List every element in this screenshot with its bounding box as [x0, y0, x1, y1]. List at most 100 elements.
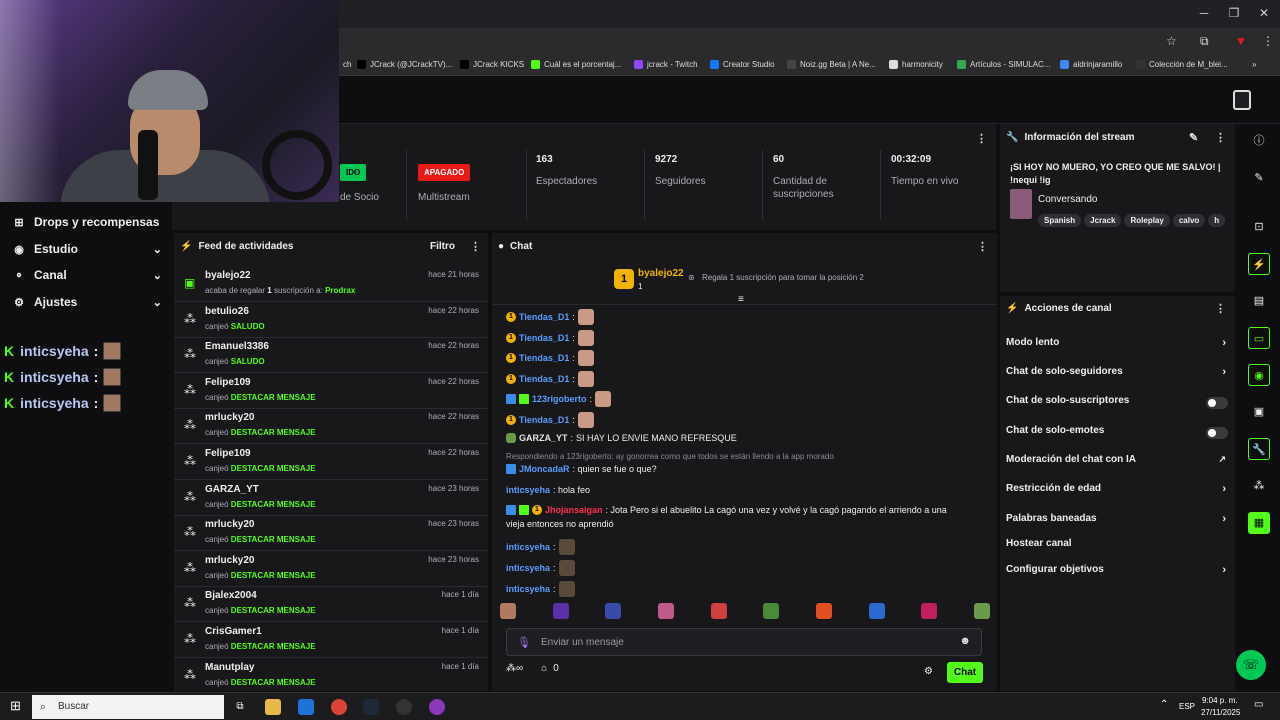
feed-user[interactable]: Felipe109 — [205, 377, 251, 388]
emote-icon[interactable] — [710, 603, 727, 619]
feed-row[interactable]: ⁂ mrlucky20 hace 23 horas canjeó DESTACAR M… — [174, 551, 488, 587]
menu-icon[interactable]: ⋮ — [1262, 34, 1274, 48]
extensions-icon[interactable]: ⧉ — [1200, 34, 1209, 49]
chat-bubble-icon[interactable]: ▭ — [1248, 327, 1270, 349]
toggle-switch[interactable] — [1206, 397, 1228, 409]
channel-action-row[interactable]: Palabras baneadas › — [1006, 513, 1228, 531]
steam-icon[interactable] — [363, 699, 379, 715]
chat-send-button[interactable]: Chat — [947, 662, 983, 683]
notes-icon[interactable]: ▤ — [1248, 290, 1270, 312]
chat-user[interactable]: JMoncadaR — [519, 464, 570, 474]
chat-user[interactable]: Tiendas_D1 — [519, 312, 569, 322]
channel-action-row[interactable]: Restricción de edad › — [1006, 483, 1228, 501]
points-icon[interactable]: ⁂ — [1248, 475, 1270, 497]
kebab-menu-icon[interactable]: ⋮ — [976, 132, 987, 145]
chrome-icon[interactable] — [331, 699, 347, 715]
emote-icon[interactable] — [500, 603, 516, 619]
save-icon[interactable]: ▣ — [1248, 401, 1270, 423]
bolt-icon[interactable]: ⚡ — [1248, 253, 1270, 275]
feed-row[interactable]: ⁂ Bjalex2004 hace 1 día canjeó DESTACAR MEN… — [174, 586, 488, 623]
more-bookmarks-icon[interactable]: » — [1252, 60, 1256, 69]
brand-logo-icon[interactable] — [1233, 90, 1251, 110]
stream-category[interactable]: Conversando — [1038, 194, 1097, 205]
bookmark-item[interactable]: JCrack KICKS — [460, 60, 524, 69]
sidebar-item-drops[interactable]: ⊞ Drops y recompensas — [12, 212, 162, 232]
kebab-menu-icon[interactable]: ⋮ — [977, 240, 988, 253]
outlook-icon[interactable] — [298, 699, 314, 715]
feed-user[interactable]: GARZA_YT — [205, 484, 259, 495]
chat-user[interactable]: inticsyeha — [506, 584, 550, 594]
feed-user[interactable]: Felipe109 — [205, 448, 251, 459]
chat-user[interactable]: Tiendas_D1 — [519, 415, 569, 425]
star-icon[interactable]: ☆ — [1166, 34, 1177, 48]
chat-user[interactable]: 123rigoberto — [532, 394, 587, 404]
emote-icon[interactable] — [868, 603, 885, 619]
bookmark-item[interactable]: Cuál es el porcentaj... — [531, 60, 621, 69]
feed-row[interactable]: ⁂ Manutplay hace 1 día canjeó DESTACAR MENS… — [174, 658, 488, 694]
feed-row[interactable]: ⁂ Emanuel3386 hace 22 horas canjeó SALUDO — [174, 337, 488, 374]
file-explorer-icon[interactable] — [265, 699, 281, 715]
kebab-menu-icon[interactable]: ⋮ — [470, 240, 481, 253]
chat-user[interactable]: inticsyeha — [506, 542, 550, 552]
task-view-icon[interactable]: ⧉ — [232, 699, 248, 715]
emote-icon[interactable] — [552, 603, 569, 619]
feed-user[interactable]: Manutplay — [205, 662, 254, 673]
bookmark-item[interactable]: Creator Studio — [710, 60, 775, 69]
feed-filter-button[interactable]: Filtro — [430, 241, 455, 252]
emote-icon[interactable] — [815, 603, 832, 619]
channel-action-row[interactable]: Chat de solo-emotes — [1006, 425, 1228, 443]
obs-icon[interactable] — [396, 699, 412, 715]
store-icon[interactable]: ⌂ — [541, 663, 547, 674]
chat-user[interactable]: Jhojansaigan — [545, 505, 603, 515]
gear-icon[interactable]: ⚙ — [924, 666, 933, 677]
feed-row[interactable]: ⁂ Felipe109 hace 22 horas canjeó DESTACAR M… — [174, 373, 488, 409]
emote-icon[interactable] — [973, 603, 990, 619]
channel-action-row[interactable]: Hostear canal — [1006, 538, 1228, 556]
multistream-badge[interactable]: APAGADO — [418, 164, 471, 181]
kebab-menu-icon[interactable]: ⋮ — [1215, 131, 1226, 144]
edit-icon[interactable]: ✎ — [1248, 167, 1270, 189]
sidebar-item-estudio[interactable]: ◉ Estudio ⌄ — [12, 239, 162, 259]
stream-tag[interactable]: Jcrack — [1084, 214, 1122, 227]
chat-user[interactable]: Tiendas_D1 — [519, 374, 569, 384]
feed-user[interactable]: mrlucky20 — [205, 555, 254, 566]
windows-start-icon[interactable]: ⊞ — [10, 698, 21, 714]
wrench-icon[interactable]: 🔧 — [1248, 438, 1270, 460]
feed-row[interactable]: ⁂ mrlucky20 hace 23 horas canjeó DESTACAR M… — [174, 515, 488, 552]
feed-user[interactable]: CrisGamer1 — [205, 626, 262, 637]
bookmark-item[interactable]: jcrack - Twitch — [634, 60, 698, 69]
collapse-icon[interactable]: ≡ — [738, 294, 744, 305]
chat-input[interactable]: 🎙 Enviar un mensaje ☻ — [506, 628, 982, 656]
channel-action-row[interactable]: Moderación del chat con IA ↗ — [1006, 454, 1228, 472]
emoji-icon[interactable]: ☻ — [959, 635, 971, 647]
broadcast-icon[interactable]: ◉ — [1248, 364, 1270, 386]
feed-user[interactable]: byalejo22 — [205, 270, 251, 281]
language-indicator[interactable]: ESP — [1179, 702, 1195, 711]
feed-row[interactable]: ⁂ Felipe109 hace 22 horas canjeó DESTACAR M… — [174, 444, 488, 480]
feed-row[interactable]: ⁂ CrisGamer1 hace 1 día canjeó DESTACAR MEN… — [174, 622, 488, 658]
feed-user[interactable]: mrlucky20 — [205, 519, 254, 530]
restore-icon[interactable]: ❐ — [1219, 6, 1249, 20]
notification-icon[interactable]: ▭ — [1254, 699, 1263, 710]
chevron-up-icon[interactable]: ⌃ — [1160, 699, 1168, 710]
channel-action-row[interactable]: Chat de solo-seguidores › — [1006, 366, 1228, 384]
support-button[interactable]: ☏ — [1236, 650, 1266, 680]
emote-icon[interactable] — [605, 603, 622, 619]
toggle-switch[interactable] — [1206, 427, 1228, 439]
stream-tag[interactable]: calvo — [1172, 214, 1206, 227]
stream-tag[interactable]: Spanish — [1038, 214, 1082, 227]
emote-icon[interactable] — [657, 603, 674, 619]
bookmark-item[interactable]: aldrinjaramillo — [1060, 60, 1122, 69]
chat-user[interactable]: Tiendas_D1 — [519, 333, 569, 343]
feed-row[interactable]: ▣ byalejo22 hace 21 horas acaba de regalar … — [174, 266, 488, 302]
clock-date[interactable]: 27/11/2025 — [1201, 708, 1240, 717]
chat-user[interactable]: inticsyeha — [506, 485, 550, 495]
chat-user[interactable]: GARZA_YT — [519, 433, 568, 443]
clock-time[interactable]: 9:04 p. m. — [1202, 696, 1238, 705]
chat-user[interactable]: inticsyeha — [506, 563, 550, 573]
bookmark-item[interactable]: Artículos - SIMULAC... — [957, 60, 1050, 69]
clip-icon[interactable]: ▦ — [1248, 512, 1270, 534]
kebab-menu-icon[interactable]: ⋮ — [1215, 302, 1226, 315]
chat-user[interactable]: Tiendas_D1 — [519, 353, 569, 363]
points-icon[interactable]: ⁂∞ — [506, 663, 523, 674]
